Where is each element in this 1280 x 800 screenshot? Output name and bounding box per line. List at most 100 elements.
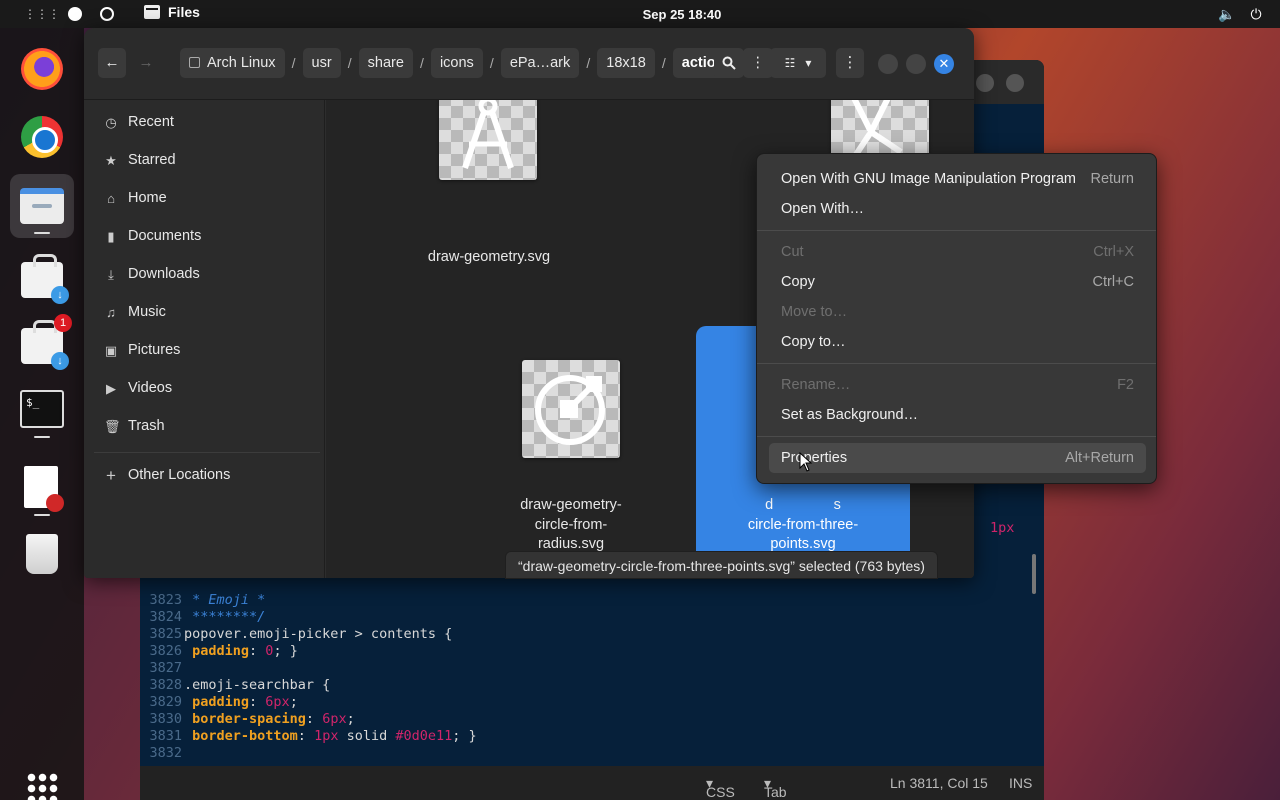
volume-icon[interactable]: 🔈 <box>1218 6 1235 22</box>
app-menu-label: Files <box>168 4 200 20</box>
cursor-position[interactable]: Ln 3811, Col 15 <box>890 775 988 791</box>
search-icon <box>722 56 736 70</box>
breadcrumb-item[interactable]: ePa…ark <box>500 48 580 78</box>
maximize-button[interactable] <box>1006 74 1024 92</box>
search-button[interactable] <box>714 48 744 78</box>
breadcrumb-item[interactable]: usr <box>302 48 341 78</box>
code-line: 3825 popover.emoji-picker > contents { <box>140 626 1030 643</box>
breadcrumb-item[interactable]: 18x18 <box>597 48 655 78</box>
files-icon[interactable] <box>20 188 64 224</box>
line-number: 3830 <box>149 711 182 727</box>
code-token: solid <box>338 728 396 744</box>
breadcrumb-separator: / <box>291 55 296 71</box>
menu-item-move-to[interactable]: Move to… <box>769 297 1146 327</box>
sidebar-item-recent[interactable]: ◷ Recent <box>84 106 325 140</box>
plus-icon: + <box>106 466 116 485</box>
language-selector[interactable]: CSS ▾ <box>706 775 735 800</box>
back-button[interactable]: ← <box>98 48 126 78</box>
main-menu-button[interactable]: ⋮ <box>836 48 864 78</box>
code-line: 3832 <box>140 745 1030 762</box>
breadcrumb-item[interactable]: share <box>358 48 413 78</box>
updates-badge: 1 <box>54 314 72 332</box>
maximize-button[interactable] <box>906 54 926 74</box>
download-arrow-icon: ↓ <box>51 286 69 304</box>
menu-item-set-as-background[interactable]: Set as Background… <box>769 400 1146 430</box>
download-icon: ⤓ <box>108 267 114 282</box>
video-icon: ▶ <box>106 381 116 396</box>
sidebar-item-home[interactable]: ⌂ Home <box>84 182 325 216</box>
code-view[interactable]: 3823 * Emoji * 3824 ********/3825 popover.… <box>140 592 1030 766</box>
sidebar-item-pictures[interactable]: ▣ Pictures <box>84 334 325 368</box>
power-icon[interactable]: ⏻ <box>1248 6 1264 22</box>
breadcrumb-item[interactable]: icons <box>430 48 483 78</box>
vertical-scrollbar[interactable] <box>1032 554 1036 594</box>
breadcrumb-separator: / <box>586 55 591 71</box>
menu-item-open-with[interactable]: Open With… <box>769 194 1146 224</box>
top-bar: ⋮⋮⋮ Files Sep 25 18:40 🔈 ⏻ <box>0 0 1280 28</box>
sidebar-item-other-locations[interactable]: + Other Locations <box>84 459 325 493</box>
code-line: 3829 padding: 6px; <box>140 694 1030 711</box>
context-menu: Open With GNU Image Manipulation Program… <box>756 153 1157 484</box>
forward-button[interactable]: → <box>132 48 160 78</box>
software-updates-icon[interactable]: ↓ <box>21 320 69 370</box>
svg-thumbnail <box>522 360 620 458</box>
sidebar-item-videos[interactable]: ▶ Videos <box>84 372 325 406</box>
running-indicator <box>34 436 50 438</box>
files-headerbar: ← → Arch Linux / usr / share / icons / e… <box>84 28 974 100</box>
menu-item-cut[interactable]: Cut Ctrl+X <box>769 237 1146 267</box>
line-number: 3831 <box>149 728 182 744</box>
code-line: 3823 * Emoji * <box>140 592 1030 609</box>
software-download-icon[interactable]: ↓ <box>21 254 69 304</box>
minimize-button[interactable] <box>878 54 898 74</box>
path-menu-icon[interactable]: ⋮ <box>742 48 774 78</box>
app-menu[interactable]: Files <box>144 4 200 20</box>
circle-radius-icon <box>535 375 605 445</box>
sidebar-item-downloads[interactable]: ⤓ Downloads <box>84 258 325 292</box>
view-switcher[interactable]: ☷ ▾ <box>770 48 826 78</box>
menu-item-rename[interactable]: Rename… F2 <box>769 370 1146 400</box>
code-token: .emoji-searchbar { <box>184 677 331 693</box>
workspace-indicator-active[interactable] <box>68 7 82 21</box>
home-icon: ⌂ <box>107 191 115 206</box>
svg-thumbnail <box>439 100 537 180</box>
breadcrumb: Arch Linux / usr / share / icons / ePa…a… <box>180 48 774 78</box>
sidebar-item-documents[interactable]: ▮ Documents <box>84 220 325 254</box>
tab-width-selector[interactable]: Tab Width: 8 ▾ <box>764 775 787 800</box>
places-sidebar: ◷ Recent ★ Starred ⌂ Home ▮ Documents ⤓ … <box>84 100 325 578</box>
clock-icon: ◷ <box>105 115 117 130</box>
code-token: ; <box>346 711 355 727</box>
menu-item-open-with-gimp[interactable]: Open With GNU Image Manipulation Program… <box>769 164 1146 194</box>
trash-icon[interactable] <box>26 534 58 574</box>
menu-separator <box>757 230 1156 231</box>
sidebar-item-trash[interactable]: 🗑 Trash <box>84 410 325 444</box>
terminal-icon[interactable]: $_ <box>20 390 64 428</box>
line-number: 3827 <box>149 660 182 676</box>
show-apps-icon[interactable] <box>26 772 58 800</box>
menu-item-copy[interactable]: Copy Ctrl+C <box>769 267 1146 297</box>
breadcrumb-item[interactable]: Arch Linux <box>180 48 285 78</box>
code-line: 3824 ********/ <box>140 609 1030 626</box>
trash-icon: 🗑 <box>104 419 121 434</box>
chrome-icon[interactable] <box>21 116 63 158</box>
firefox-icon[interactable] <box>21 48 63 90</box>
line-number: 3823 <box>149 592 182 608</box>
sidebar-item-music[interactable]: ♫ Music <box>84 296 325 330</box>
sidebar-divider <box>94 452 320 453</box>
minimize-button[interactable] <box>976 74 994 92</box>
code-line: 3830 border-spacing: 6px; <box>140 711 1030 728</box>
picture-icon: ▣ <box>104 343 118 358</box>
code-token: border-spacing <box>184 711 306 727</box>
code-line: 3831 border-bottom: 1px solid #0d0e11; } <box>140 728 1030 745</box>
download-arrow-icon: ↓ <box>51 352 69 370</box>
system-tray[interactable]: 🔈 ⏻ <box>1218 6 1264 22</box>
activities-grid-icon[interactable]: ⋮⋮⋮ <box>24 7 60 21</box>
code-token: #0d0e11 <box>395 728 453 744</box>
workspace-indicator[interactable] <box>100 7 114 21</box>
document-editor-icon[interactable] <box>24 466 64 512</box>
close-button[interactable]: ✕ <box>934 54 954 74</box>
code-token: ; } <box>273 643 298 659</box>
list-view-icon: ☷ <box>784 56 796 70</box>
sidebar-item-starred[interactable]: ★ Starred <box>84 144 325 178</box>
menu-item-copy-to[interactable]: Copy to… <box>769 327 1146 357</box>
menu-item-properties[interactable]: Properties Alt+Return <box>769 443 1146 473</box>
